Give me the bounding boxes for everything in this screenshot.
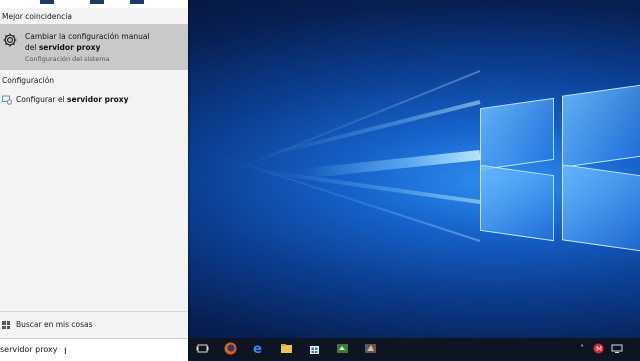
- best-match-result[interactable]: Cambiar la configuración manual del serv…: [0, 24, 188, 70]
- app-icon-2[interactable]: [364, 342, 377, 355]
- windows-logo-pane: [480, 97, 554, 171]
- settings-prefix: Configurar el: [16, 95, 68, 104]
- settings-result-proxy[interactable]: Configurar el servidor proxy: [0, 94, 188, 108]
- search-my-stuff-button[interactable]: Buscar en mis cosas: [0, 318, 188, 332]
- light-beam: [266, 100, 481, 158]
- svg-text:e: e: [253, 342, 262, 355]
- search-my-stuff-label: Buscar en mis cosas: [16, 320, 93, 329]
- best-match-heading: Mejor coincidencia: [2, 12, 72, 21]
- settings-bold: servidor proxy: [67, 95, 129, 104]
- thumbnail-icon: [40, 0, 54, 4]
- windows-logo-pane: [480, 164, 554, 242]
- windows-logo-pane: [562, 84, 640, 168]
- thumbnail-icon: [130, 0, 144, 4]
- store-icon[interactable]: [308, 342, 321, 355]
- light-beam: [261, 169, 481, 204]
- network-icon[interactable]: [611, 343, 623, 354]
- light-beam: [300, 150, 481, 179]
- best-match-title-line1: Cambiar la configuración manual: [25, 32, 150, 41]
- app-icon[interactable]: [336, 342, 349, 355]
- svg-text:M: M: [596, 345, 602, 353]
- best-match-bold: servidor proxy: [38, 43, 101, 52]
- edge-icon[interactable]: e: [252, 342, 265, 355]
- firefox-icon[interactable]: [224, 342, 237, 355]
- settings-heading: Configuración: [2, 76, 55, 85]
- divider: [0, 311, 188, 312]
- search-results-panel: Mejor coincidencia Cambiar la configurac…: [0, 0, 188, 361]
- best-match-subtitle: Configuración del sistema: [25, 55, 110, 63]
- search-input[interactable]: servidor proxy I: [0, 338, 188, 361]
- notification-badge-icon[interactable]: M: [593, 343, 604, 354]
- gear-icon: [3, 33, 17, 47]
- proxy-settings-icon: [2, 95, 12, 105]
- file-explorer-icon[interactable]: [280, 342, 293, 355]
- top-strip: [0, 0, 188, 8]
- chevron-up-icon[interactable]: ˄: [580, 344, 584, 353]
- task-view-icon[interactable]: [196, 342, 209, 355]
- taskbar: e ˄ M: [188, 338, 640, 360]
- text-cursor-icon: I: [64, 347, 67, 357]
- best-match-title-line2: del servidor proxy: [25, 43, 100, 52]
- windows-logo-pane: [562, 164, 640, 252]
- settings-result-label: Configurar el servidor proxy: [16, 95, 129, 104]
- thumbnail-icon: [90, 0, 104, 4]
- best-match-prefix: del: [25, 43, 39, 52]
- windows-icon: [2, 321, 10, 329]
- search-query-text: servidor proxy: [0, 345, 58, 354]
